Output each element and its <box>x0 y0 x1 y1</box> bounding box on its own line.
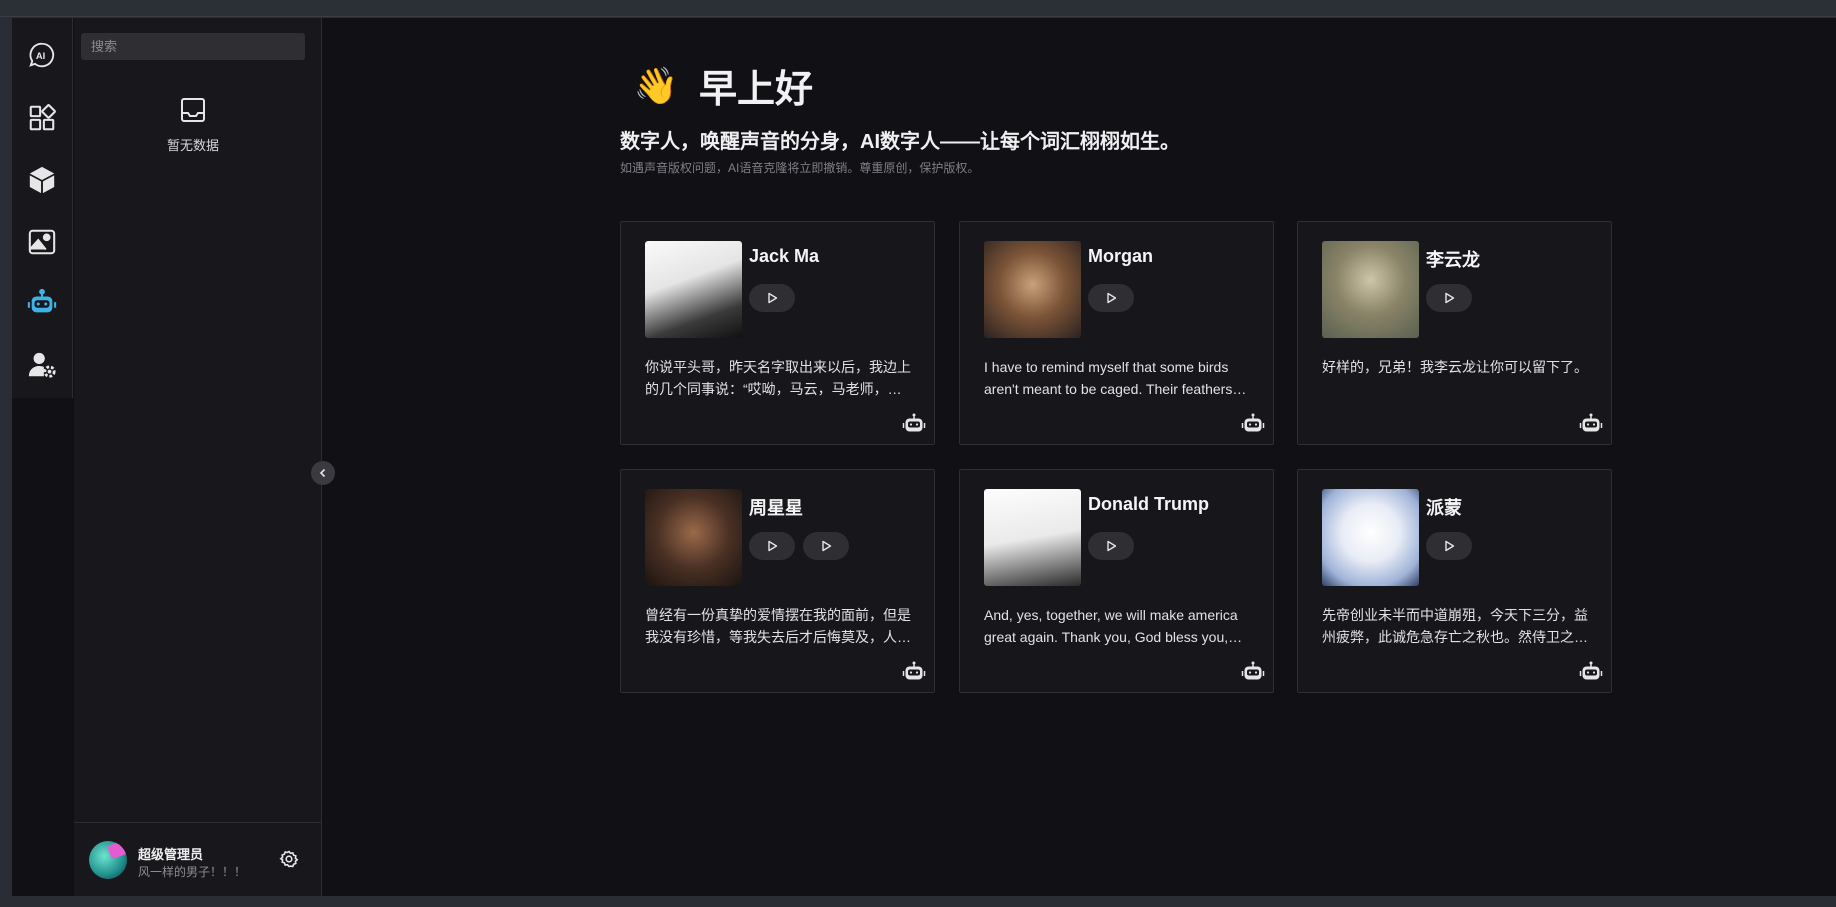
play-button[interactable] <box>749 532 795 560</box>
empty-state: 暂无数据 <box>74 96 312 154</box>
page-subtitle: 数字人，唤醒声音的分身，AI数字人——让每个词汇栩栩如生。 <box>620 131 1180 153</box>
play-icon <box>1107 292 1117 304</box>
cube-icon[interactable] <box>25 163 59 197</box>
voice-sample-text: I have to remind myself that some birds … <box>984 359 1233 397</box>
user-name: 超级管理员 <box>138 847 204 862</box>
voice-sample-text: 你说平头哥，昨天名字取出来以后，我边上的几个同事说：“哎呦，马云，马老师，你这个… <box>645 359 911 397</box>
voice-portrait <box>1322 241 1419 338</box>
play-button[interactable] <box>749 284 795 312</box>
voice-card[interactable]: Donald Trump And, yes, together, we will … <box>959 469 1274 693</box>
voice-name: Jack Ma <box>749 246 820 266</box>
window-top-bar <box>0 0 1836 17</box>
user-bar: 超级管理员 风一样的男子！！！ <box>74 822 322 896</box>
play-icon <box>1445 292 1455 304</box>
voice-card[interactable]: 周星星曾经有一份真挚的爱情摆在我的面前，但是我没有珍惜，等我失去后才后悔莫及，人… <box>620 469 935 693</box>
apps-grid-icon[interactable] <box>25 101 59 135</box>
robot-icon[interactable] <box>902 412 926 436</box>
play-icon <box>768 292 778 304</box>
robot-icon[interactable] <box>25 286 59 320</box>
voice-card[interactable]: Jack Ma 你说平头哥，昨天名字取出来以后，我边上的几个同事说：“哎呦，马云，… <box>620 221 935 445</box>
play-button[interactable] <box>1426 284 1472 312</box>
svg-text:AI: AI <box>36 51 45 61</box>
voice-sample-text: 先帝创业未半而中道崩殂，今天下三分，益州疲弊，此诚危急存亡之秋也。然侍卫之臣不懈… <box>1322 607 1588 645</box>
robot-icon[interactable] <box>1241 660 1265 684</box>
avatar[interactable] <box>89 841 127 879</box>
icon-rail: AI <box>12 18 73 398</box>
robot-icon[interactable] <box>1579 660 1603 684</box>
voice-name: Morgan <box>1088 246 1153 266</box>
voice-card[interactable]: 李云龙好样的，兄弟！我李云龙让你可以留下了。 <box>1297 221 1612 445</box>
search-input[interactable] <box>81 33 305 60</box>
list-panel: 暂无数据 超级管理员 风一样的男子！！！ <box>74 18 322 896</box>
play-icon <box>1107 540 1117 552</box>
waving-hand-icon: 👋 <box>633 64 679 106</box>
inbox-icon <box>181 98 205 122</box>
gear-icon[interactable] <box>279 849 299 869</box>
voice-name: Donald Trump <box>1088 494 1209 514</box>
voice-portrait <box>984 489 1081 586</box>
voice-card[interactable]: 派蒙先帝创业未半而中道崩殂，今天下三分，益州疲弊，此诚危急存亡之秋也。然侍卫之臣… <box>1297 469 1612 693</box>
copyright-notice: 如遇声音版权问题，AI语音克隆将立即撤销。尊重原创，保护版权。 <box>620 161 980 175</box>
empty-text: 暂无数据 <box>166 138 219 153</box>
robot-icon[interactable] <box>902 660 926 684</box>
play-icon <box>768 540 778 552</box>
play-button[interactable] <box>1426 532 1472 560</box>
voice-portrait <box>645 489 742 586</box>
play-button[interactable] <box>803 532 849 560</box>
voice-portrait <box>984 241 1081 338</box>
page-title: 早上好 <box>699 69 814 111</box>
voice-sample-text: And, yes, together, we will make america… <box>984 607 1238 645</box>
voice-name: 周星星 <box>749 498 803 518</box>
play-button[interactable] <box>1088 284 1134 312</box>
voice-name: 派蒙 <box>1426 498 1462 518</box>
app-shell: AI 暂无数据 超级管理员 风一样的男子！！！ <box>12 18 1836 896</box>
greeting: 👋 早上好 <box>631 58 813 113</box>
play-button[interactable] <box>1088 532 1134 560</box>
play-icon <box>822 540 832 552</box>
voice-portrait <box>645 241 742 338</box>
voice-sample-text: 好样的，兄弟！我李云龙让你可以留下了。 <box>1322 359 1588 375</box>
voice-card[interactable]: Morgan I have to remind myself that some … <box>959 221 1274 445</box>
voice-portrait <box>1322 489 1419 586</box>
voice-sample-text: 曾经有一份真挚的爱情摆在我的面前，但是我没有珍惜，等我失去后才后悔莫及，人世间最… <box>645 607 911 645</box>
image-icon[interactable] <box>25 225 59 259</box>
robot-icon[interactable] <box>1241 412 1265 436</box>
voice-name: 李云龙 <box>1426 250 1480 270</box>
main-content: 👋 早上好 数字人，唤醒声音的分身，AI数字人——让每个词汇栩栩如生。 如遇声音… <box>323 18 1836 896</box>
play-icon <box>1445 540 1455 552</box>
user-motto: 风一样的男子！！！ <box>138 865 247 879</box>
ai-chat-icon[interactable]: AI <box>25 38 59 72</box>
user-settings-icon[interactable] <box>25 348 59 382</box>
robot-icon[interactable] <box>1579 412 1603 436</box>
